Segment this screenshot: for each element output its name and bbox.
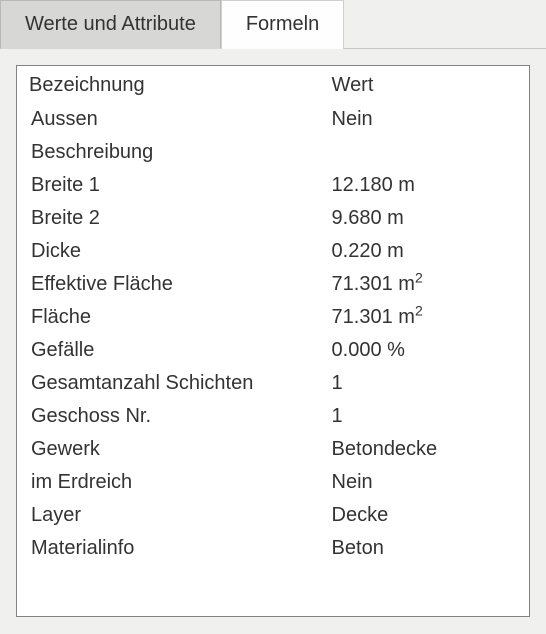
property-value: Nein [332,471,517,494]
property-label: Breite 2 [29,207,332,230]
table-row[interactable]: Geschoss Nr. 1 [29,400,517,433]
property-value: Betondecke [332,438,517,461]
tab-bar: Werte und Attribute Formeln [0,0,546,49]
property-value: Decke [332,504,517,527]
table-row[interactable]: Breite 2 9.680 m [29,202,517,235]
column-header-value[interactable]: Wert [332,74,517,97]
property-value: 71.301 m2 [332,273,517,296]
property-label: Gesamtanzahl Schichten [29,372,332,395]
property-table: Bezeichnung Wert Aussen Nein Beschreibun… [16,65,530,617]
table-body: Aussen Nein Beschreibung Breite 1 12.180… [17,103,529,565]
table-row[interactable]: Aussen Nein [29,103,517,136]
property-value: 71.301 m2 [332,306,517,329]
property-label: Gefälle [29,339,332,362]
table-row[interactable]: Layer Decke [29,499,517,532]
table-row[interactable]: Gewerk Betondecke [29,433,517,466]
table-row[interactable]: Dicke 0.220 m [29,235,517,268]
property-value: 0.000 % [332,339,517,362]
property-label: Beschreibung [29,141,332,164]
tab-values-attributes[interactable]: Werte und Attribute [0,0,221,49]
property-value [332,141,517,164]
property-label: Effektive Fläche [29,273,332,296]
property-label: Materialinfo [29,537,332,560]
table-row[interactable]: Materialinfo Beton [29,532,517,565]
property-value: 9.680 m [332,207,517,230]
property-value: 1 [332,372,517,395]
column-header-label[interactable]: Bezeichnung [29,74,332,97]
property-label: Breite 1 [29,174,332,197]
property-label: im Erdreich [29,471,332,494]
property-label: Fläche [29,306,332,329]
tab-formulas[interactable]: Formeln [221,0,344,49]
content-wrapper: Bezeichnung Wert Aussen Nein Beschreibun… [0,49,546,633]
property-label: Layer [29,504,332,527]
table-row[interactable]: Beschreibung [29,136,517,169]
property-label: Aussen [29,108,332,131]
property-value: Beton [332,537,517,560]
table-row[interactable]: Gefälle 0.000 % [29,334,517,367]
table-row[interactable]: Breite 1 12.180 m [29,169,517,202]
table-header: Bezeichnung Wert [17,66,529,103]
property-label: Geschoss Nr. [29,405,332,428]
property-label: Dicke [29,240,332,263]
table-row[interactable]: Effektive Fläche 71.301 m2 [29,268,517,301]
table-row[interactable]: im Erdreich Nein [29,466,517,499]
property-label: Gewerk [29,438,332,461]
property-value: 12.180 m [332,174,517,197]
property-value: 0.220 m [332,240,517,263]
property-value: Nein [332,108,517,131]
table-row[interactable]: Gesamtanzahl Schichten 1 [29,367,517,400]
property-value: 1 [332,405,517,428]
table-row[interactable]: Fläche 71.301 m2 [29,301,517,334]
